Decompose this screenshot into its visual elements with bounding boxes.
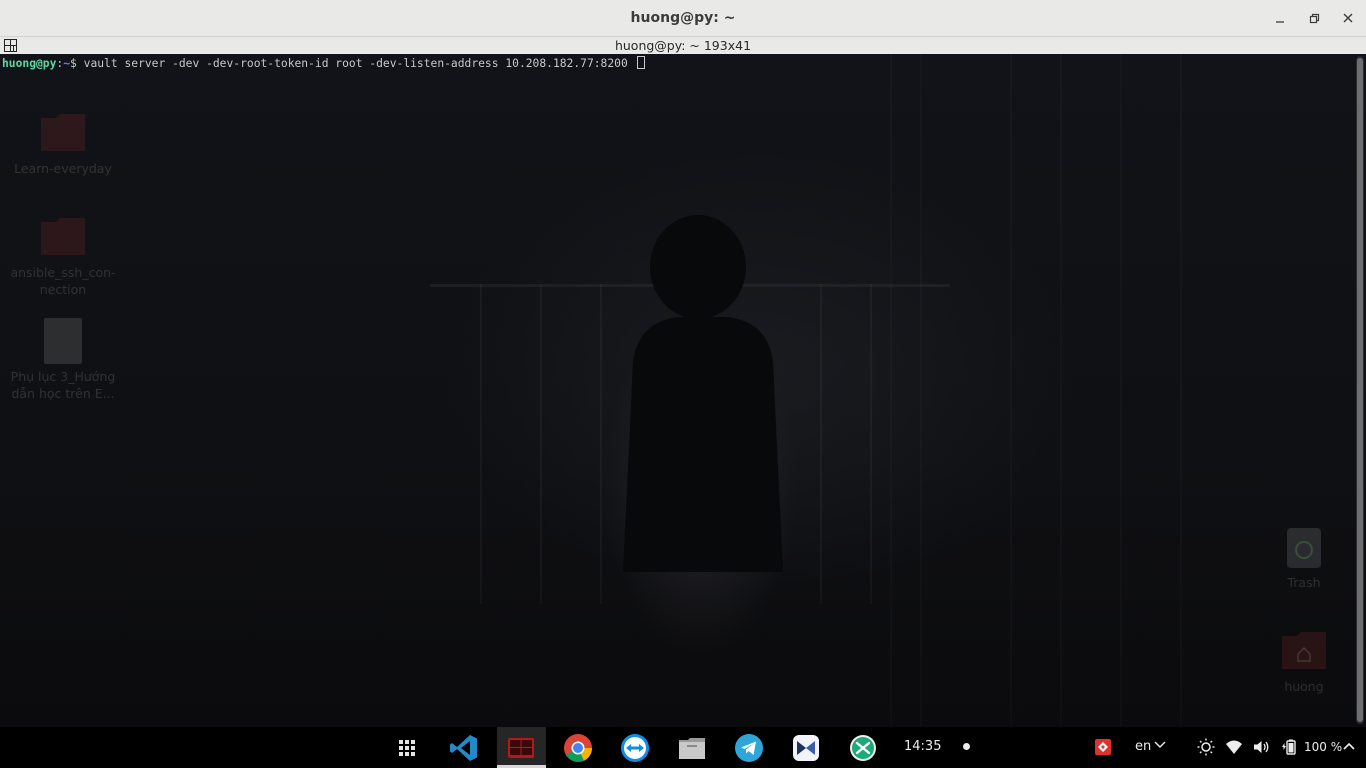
command-text: vault server -dev -dev-root-token-id roo… bbox=[83, 57, 635, 70]
close-icon bbox=[1343, 13, 1353, 23]
prompt-user-host: huong@py bbox=[2, 57, 57, 70]
chrome-icon[interactable] bbox=[562, 732, 594, 764]
vscode-icon[interactable] bbox=[448, 732, 480, 764]
wifi-icon[interactable] bbox=[1225, 738, 1243, 756]
window-title: huong@py: ~ bbox=[630, 10, 736, 26]
window-titlebar[interactable]: huong@py: ~ bbox=[0, 0, 1366, 37]
desktop-item-label: Trash bbox=[1287, 575, 1321, 590]
files-icon[interactable] bbox=[676, 732, 708, 764]
home-folder-icon bbox=[1282, 632, 1326, 669]
teamviewer-icon[interactable] bbox=[619, 732, 651, 764]
terminal-icon[interactable] bbox=[505, 732, 537, 764]
desktop-item-trash[interactable]: Trash bbox=[1242, 526, 1366, 591]
desktop-item-label: Learn-everyday bbox=[14, 161, 112, 176]
mattermost-icon[interactable] bbox=[790, 732, 822, 764]
close-button[interactable] bbox=[1338, 8, 1358, 28]
document-icon bbox=[44, 318, 82, 364]
chevron-down-icon bbox=[1154, 741, 1166, 748]
terminal-scrollbar[interactable] bbox=[1356, 56, 1364, 724]
desktop-item-ansible-ssh-connection[interactable]: ansible_ssh_con- nection bbox=[1, 216, 125, 298]
maximize-icon bbox=[1309, 13, 1320, 24]
minimize-icon bbox=[1276, 21, 1284, 23]
brightness-icon[interactable] bbox=[1197, 738, 1215, 756]
taskbar: 14:35 en 100 % bbox=[0, 727, 1366, 768]
volume-icon[interactable] bbox=[1252, 738, 1270, 756]
notification-dot bbox=[963, 743, 970, 750]
desktop-item-label: Phụ lục 3_Hướng dẫn học trên E... bbox=[10, 369, 116, 401]
desktop-item-label: huong bbox=[1284, 679, 1324, 694]
text-cursor bbox=[636, 56, 645, 69]
trash-icon bbox=[1287, 528, 1321, 568]
terminal-prompt-line: huong@py:~$ vault server -dev -dev-root-… bbox=[2, 56, 645, 71]
power-icon[interactable] bbox=[1340, 738, 1358, 756]
clock[interactable]: 14:35 bbox=[904, 739, 941, 754]
scrollbar-thumb[interactable] bbox=[1357, 58, 1363, 722]
desktop-item-label: ansible_ssh_con- nection bbox=[10, 265, 116, 297]
folder-icon bbox=[41, 114, 85, 151]
desktop-item-phu-luc-3[interactable]: Phụ lục 3_Hướng dẫn học trên E... bbox=[1, 318, 125, 402]
terminal-subtitle-bar[interactable]: huong@py: ~ 193x41 bbox=[0, 37, 1366, 54]
battery-icon[interactable] bbox=[1281, 738, 1299, 756]
anydesk-icon[interactable] bbox=[1094, 738, 1112, 756]
telegram-icon[interactable] bbox=[733, 732, 765, 764]
battery-percentage: 100 % bbox=[1304, 740, 1343, 754]
desktop-item-home[interactable]: huong bbox=[1242, 630, 1366, 695]
app-grid-icon[interactable] bbox=[391, 732, 423, 764]
folder-icon bbox=[41, 218, 85, 255]
xmind-icon[interactable] bbox=[847, 732, 879, 764]
maximize-button[interactable] bbox=[1304, 8, 1324, 28]
minimize-button[interactable] bbox=[1270, 8, 1290, 28]
prompt-symbol: $ bbox=[70, 57, 84, 70]
language-indicator[interactable]: en bbox=[1135, 739, 1166, 754]
terminal-subtitle: huong@py: ~ 193x41 bbox=[614, 38, 752, 53]
language-label: en bbox=[1135, 739, 1152, 754]
desktop-item-learn-everyday[interactable]: Learn-everyday bbox=[1, 112, 125, 177]
terminal-area[interactable]: huong@py:~$ vault server -dev -dev-root-… bbox=[0, 54, 1366, 727]
wallpaper-silhouette bbox=[623, 215, 783, 572]
